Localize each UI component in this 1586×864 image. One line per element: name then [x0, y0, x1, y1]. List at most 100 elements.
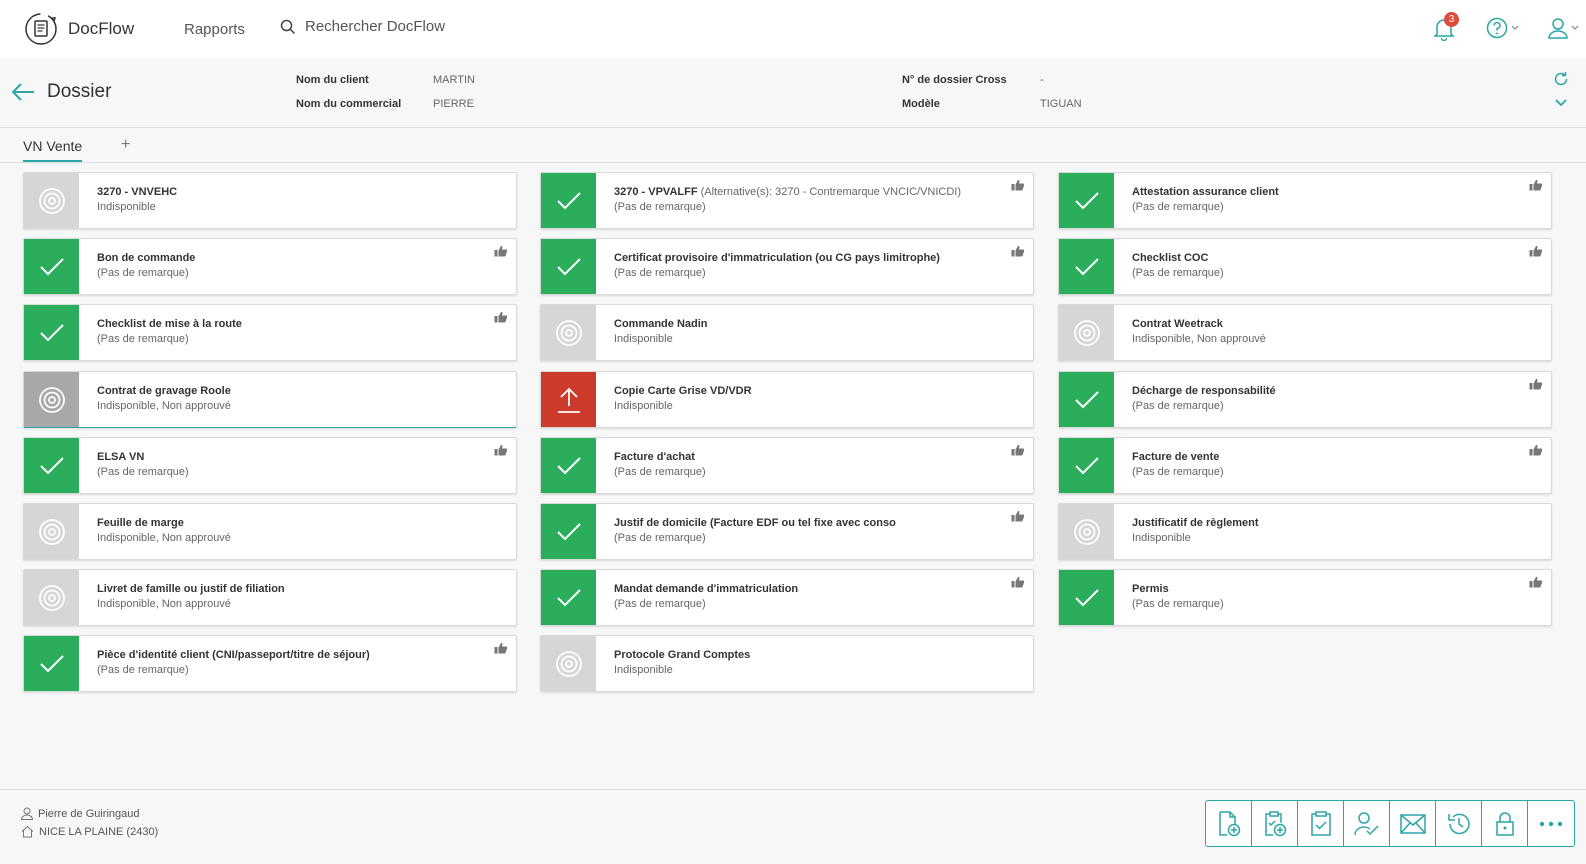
document-status-text: (Pas de remarque)	[97, 664, 189, 676]
document-card[interactable]: Permis (Pas de remarque)	[1058, 569, 1552, 626]
user-validate-button[interactable]	[1344, 801, 1390, 846]
document-status-text: (Pas de remarque)	[614, 201, 706, 213]
document-status-target-icon[interactable]	[541, 305, 596, 360]
document-status-check-icon[interactable]	[24, 438, 79, 493]
document-card[interactable]: Copie Carte Grise VD/VDR Indisponible	[540, 371, 1034, 428]
document-card[interactable]: Contrat Weetrack Indisponible, Non approu…	[1058, 304, 1552, 361]
add-checklist-button[interactable]	[1252, 801, 1298, 846]
tab-vn-vente[interactable]: VN Vente	[23, 138, 83, 162]
document-card[interactable]: Facture d'achat (Pas de remarque)	[540, 437, 1034, 494]
action-toolbar	[1205, 800, 1575, 847]
document-status-check-icon[interactable]	[24, 636, 79, 691]
document-status-check-icon[interactable]	[1059, 239, 1114, 294]
document-title: Facture d'achat	[614, 451, 695, 463]
document-status-check-icon[interactable]	[1059, 173, 1114, 228]
document-title: Facture de vente	[1132, 451, 1219, 463]
mail-button[interactable]	[1390, 801, 1436, 846]
document-status-text: Indisponible, Non approuvé	[97, 598, 231, 610]
document-status-check-icon[interactable]	[541, 239, 596, 294]
add-document-button[interactable]	[1206, 801, 1252, 846]
history-button[interactable]	[1436, 801, 1482, 846]
document-status-check-icon[interactable]	[541, 504, 596, 559]
tab-bar: VN Vente +	[0, 128, 1586, 163]
document-card[interactable]: 3270 - VPVALFF (Alternative(s): 3270 - C…	[540, 172, 1034, 229]
document-status-target-icon[interactable]	[24, 570, 79, 625]
checklist-button[interactable]	[1298, 801, 1344, 846]
refresh-icon[interactable]	[1553, 71, 1569, 87]
document-card[interactable]: Feuille de marge Indisponible, Non approu…	[23, 503, 517, 560]
home-icon	[21, 825, 34, 838]
document-status-check-icon[interactable]	[24, 239, 79, 294]
thumbs-up-icon	[1529, 378, 1543, 390]
document-card[interactable]: Décharge de responsabilité (Pas de remarq…	[1058, 371, 1552, 428]
document-status-check-icon[interactable]	[541, 570, 596, 625]
document-card[interactable]: Justificatif de règlement Indisponible	[1058, 503, 1552, 560]
document-card[interactable]: Mandat demande d'immatriculation (Pas de …	[540, 569, 1034, 626]
document-status-target-icon[interactable]	[541, 636, 596, 691]
document-status-check-icon[interactable]	[1059, 438, 1114, 493]
document-card[interactable]: Certificat provisoire d'immatriculation …	[540, 238, 1034, 295]
document-title: Justif de domicile (Facture EDF ou tel f…	[614, 517, 896, 529]
add-tab-button[interactable]: +	[121, 136, 130, 154]
document-status-check-icon[interactable]	[24, 305, 79, 360]
lock-icon	[1495, 811, 1515, 837]
document-status-text: (Pas de remarque)	[614, 598, 706, 610]
document-card[interactable]: ELSA VN (Pas de remarque)	[23, 437, 517, 494]
document-title: Bon de commande	[97, 252, 195, 264]
document-status-target-icon[interactable]	[1059, 305, 1114, 360]
document-card[interactable]: Checklist de mise à la route (Pas de rema…	[23, 304, 517, 361]
document-card[interactable]: Contrat de gravage Roole Indisponible, No…	[23, 371, 517, 428]
document-status-target-icon[interactable]	[24, 372, 79, 427]
document-card[interactable]: Justif de domicile (Facture EDF ou tel f…	[540, 503, 1034, 560]
document-title: Pièce d'identité client (CNI/passeport/t…	[97, 649, 370, 661]
document-card[interactable]: Pièce d'identité client (CNI/passeport/t…	[23, 635, 517, 692]
document-status-check-icon[interactable]	[1059, 372, 1114, 427]
document-card[interactable]: Livret de famille ou justif de filiation…	[23, 569, 517, 626]
chevron-down-icon	[1511, 25, 1519, 31]
document-title-text: 3270 - VPVALFF	[614, 186, 698, 198]
app-name[interactable]: DocFlow	[68, 19, 134, 39]
document-status-target-icon[interactable]	[24, 504, 79, 559]
document-card[interactable]: Commande Nadin Indisponible	[540, 304, 1034, 361]
document-status-target-icon[interactable]	[1059, 504, 1114, 559]
thumbs-up-icon	[1529, 576, 1543, 588]
thumbs-up-icon	[1011, 576, 1025, 588]
document-status-check-icon[interactable]	[541, 173, 596, 228]
document-title-text: Livret de famille ou justif de filiation	[97, 583, 285, 595]
document-title-text: Bon de commande	[97, 252, 196, 264]
document-title: Permis	[1132, 583, 1169, 595]
document-status-check-icon[interactable]	[1059, 570, 1114, 625]
document-card[interactable]: 3270 - VNVEHC Indisponible	[23, 172, 517, 229]
cross-file-value: -	[1040, 74, 1044, 86]
document-card[interactable]: Bon de commande (Pas de remarque)	[23, 238, 517, 295]
history-icon	[1446, 811, 1472, 837]
document-status-upload-icon[interactable]	[541, 372, 596, 427]
search-icon	[280, 19, 296, 35]
salesperson-label: Nom du commercial	[296, 98, 402, 110]
document-card[interactable]: Facture de vente (Pas de remarque)	[1058, 437, 1552, 494]
expand-chevron-icon[interactable]	[1554, 98, 1568, 108]
document-card[interactable]: Attestation assurance client (Pas de rema…	[1058, 172, 1552, 229]
nav-rapports[interactable]: Rapports	[184, 21, 245, 38]
user-icon	[1548, 17, 1568, 39]
cross-file-label: N° de dossier Cross	[902, 74, 1007, 86]
footer: Pierre de Guiringaud NICE LA PLAINE (243…	[0, 789, 1586, 864]
document-card[interactable]: Checklist COC (Pas de remarque)	[1058, 238, 1552, 295]
document-status-check-icon[interactable]	[541, 438, 596, 493]
thumbs-up-icon	[494, 642, 508, 654]
document-card[interactable]: Protocole Grand Comptes Indisponible	[540, 635, 1034, 692]
document-status-text: Indisponible	[97, 201, 156, 213]
footer-site: NICE LA PLAINE (2430)	[21, 825, 158, 838]
help-menu[interactable]	[1486, 17, 1519, 39]
document-title-text: Checklist de mise à la route	[97, 318, 242, 330]
footer-user: Pierre de Guiringaud	[21, 807, 140, 820]
search-box[interactable]: Rechercher DocFlow	[280, 18, 445, 35]
document-status-target-icon[interactable]	[24, 173, 79, 228]
docflow-logo-icon[interactable]	[22, 10, 60, 48]
document-title: 3270 - VPVALFF (Alternative(s): 3270 - C…	[614, 186, 961, 198]
lock-button[interactable]	[1482, 801, 1528, 846]
back-arrow-icon[interactable]	[11, 82, 35, 102]
document-title-text: Copie Carte Grise VD/VDR	[614, 385, 752, 397]
user-menu[interactable]	[1548, 17, 1579, 39]
more-button[interactable]	[1528, 801, 1574, 846]
